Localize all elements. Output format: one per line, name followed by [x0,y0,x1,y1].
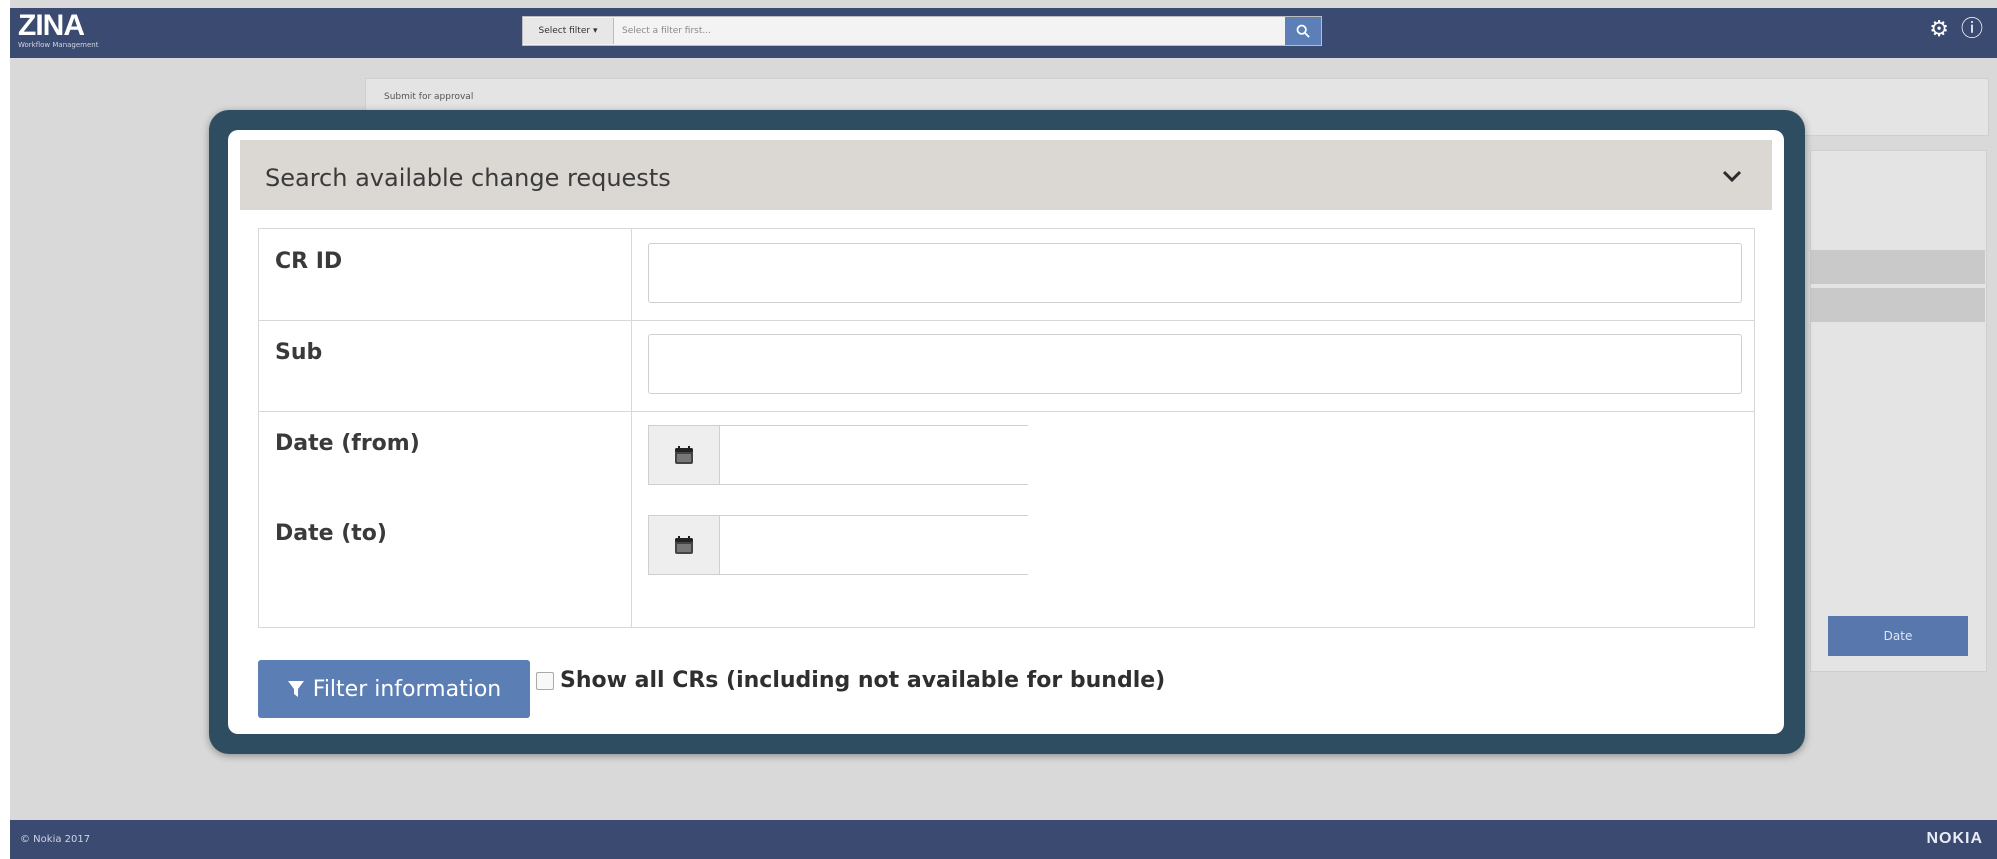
calendar-icon[interactable] [648,425,719,485]
search-form: CR ID Sub Date (from) Date (to) [258,228,1755,628]
label-column [259,320,632,411]
cr-id-label: CR ID [275,249,343,274]
filter-search-bar: Select filter ▾ Select a filter first... [522,16,1322,46]
show-all-crs-label: Show all CRs (including not available fo… [560,668,1166,693]
background-date-button: Date [1828,616,1968,656]
background-right-panel [1810,150,1987,672]
modal-header[interactable]: Search available change requests [240,140,1772,210]
app-logo[interactable]: ZINA Workflow Management [18,9,99,50]
app-subtitle: Workflow Management [18,41,99,49]
footer: © Nokia 2017 NOKIA [10,820,1997,859]
filter-button-label: Filter information [312,676,502,702]
date-from-label: Date (from) [275,431,420,456]
gear-icon[interactable]: ⚙ [1929,18,1949,42]
filter-information-button[interactable]: Filter information [258,660,530,718]
show-all-crs-checkbox-group: Show all CRs (including not available fo… [536,668,1165,693]
submit-for-approval-label: Submit for approval [384,92,474,102]
filter-input[interactable]: Select a filter first... [614,26,1285,36]
info-icon[interactable]: ⓘ [1961,18,1983,42]
date-to-label: Date (to) [275,521,387,546]
top-right-icons: ⚙ ⓘ [1929,18,1983,42]
background-collapsed-row [1810,250,1985,284]
top-bar: ZINA Workflow Management Select filter ▾… [10,8,1997,58]
app-name: ZINA [18,9,85,42]
label-column [259,229,632,320]
cr-id-input[interactable] [648,243,1742,303]
date-from-input[interactable] [719,425,1028,485]
date-from-group [648,425,1028,485]
sub-label: Sub [275,340,323,365]
form-row-sub: Sub [259,320,1754,412]
calendar-icon[interactable] [648,515,719,575]
form-row-dates: Date (from) Date (to) [259,411,1754,627]
search-button[interactable] [1285,17,1321,45]
date-to-group [648,515,1028,575]
filter-icon [287,681,304,697]
select-filter-dropdown[interactable]: Select filter ▾ [523,18,614,44]
footer-copyright: © Nokia 2017 [20,834,91,845]
sub-input[interactable] [648,334,1742,394]
search-change-requests-modal: Search available change requests CR ID S… [228,130,1784,734]
modal-title: Search available change requests [265,164,671,192]
background-expanded-row [1810,288,1985,322]
form-row-cr-id: CR ID [259,229,1754,321]
search-icon [1296,24,1310,38]
chevron-down-icon[interactable] [1720,164,1744,188]
date-to-input[interactable] [719,515,1028,575]
footer-brand: NOKIA [1926,830,1983,847]
show-all-crs-checkbox[interactable] [536,671,554,690]
